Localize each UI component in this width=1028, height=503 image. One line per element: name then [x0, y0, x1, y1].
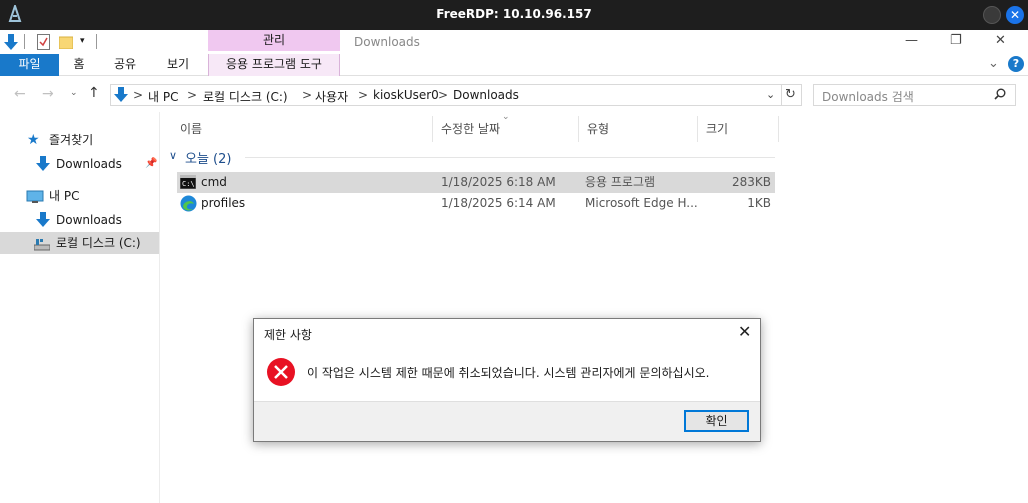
- error-icon: [266, 357, 296, 390]
- column-header-size[interactable]: 크기: [698, 116, 779, 142]
- file-row-cmd[interactable]: C:\ cmd 1/18/2025 6:18 AM 응용 프로그램 283KB: [177, 172, 775, 193]
- breadcrumb-separator[interactable]: >: [133, 88, 143, 102]
- drive-icon: [33, 236, 51, 258]
- downloads-folder-icon: [114, 86, 128, 107]
- nav-label: Downloads: [56, 157, 122, 171]
- tab-home[interactable]: 홈: [59, 54, 99, 76]
- nav-this-pc[interactable]: 내 PC: [0, 185, 159, 207]
- nav-fav-downloads[interactable]: Downloads 📌: [0, 153, 159, 175]
- file-size: 283KB: [731, 175, 771, 189]
- file-modified: 1/18/2025 6:18 AM: [441, 175, 556, 189]
- search-box[interactable]: Downloads 검색: [813, 84, 1016, 106]
- file-modified: 1/18/2025 6:14 AM: [441, 196, 556, 210]
- recent-locations-button[interactable]: ⌄: [70, 88, 78, 98]
- breadcrumb-downloads[interactable]: Downloads: [453, 88, 519, 102]
- tab-app-tools[interactable]: 응용 프로그램 도구: [208, 54, 340, 76]
- file-row-profiles[interactable]: profiles 1/18/2025 6:14 AM Microsoft Edg…: [177, 193, 775, 214]
- toolbar-divider: [96, 34, 97, 49]
- address-dropdown-icon[interactable]: ⌄: [766, 88, 775, 101]
- breadcrumb-separator[interactable]: >: [438, 88, 448, 102]
- nav-label: 즐겨찾기: [49, 133, 94, 147]
- rdp-title-bar: FreeRDP: 10.10.96.157 ✕: [0, 0, 1028, 30]
- tab-view[interactable]: 보기: [153, 54, 203, 76]
- toolbar-divider: [24, 34, 25, 49]
- window-title: Downloads: [354, 35, 420, 49]
- properties-icon[interactable]: [37, 34, 50, 53]
- computer-icon: [26, 189, 44, 211]
- svg-text:C:\: C:\: [182, 180, 195, 188]
- rdp-title: FreeRDP: 10.10.96.157: [436, 7, 592, 21]
- help-button[interactable]: ?: [1008, 56, 1024, 72]
- search-icon[interactable]: [994, 88, 1006, 103]
- dialog-message: 이 작업은 시스템 제한 때문에 취소되었습니다. 시스템 관리자에게 문의하십…: [307, 366, 710, 380]
- search-input[interactable]: Downloads 검색: [822, 88, 914, 105]
- restriction-dialog: 제한 사항 ✕ 이 작업은 시스템 제한 때문에 취소되었습니다. 시스템 관리…: [253, 318, 761, 442]
- ribbon-expand-button[interactable]: ⌄: [988, 56, 999, 71]
- address-divider: [781, 85, 782, 105]
- refresh-icon[interactable]: ↻: [785, 87, 796, 102]
- tab-file[interactable]: 파일: [0, 54, 59, 76]
- file-type: Microsoft Edge H...: [585, 196, 698, 210]
- file-size: 1KB: [747, 196, 771, 210]
- file-list: 이름 수정한 날짜 ⌄ 유형 크기 ∨ 오늘 (2) C:\ cmd 1/18/…: [161, 112, 1028, 503]
- file-type: 응용 프로그램: [585, 175, 656, 189]
- new-folder-icon[interactable]: [58, 35, 74, 52]
- downloads-folder-icon: [36, 155, 50, 180]
- up-button[interactable]: ↑: [88, 85, 100, 101]
- address-bar[interactable]: > 내 PC > 로컬 디스크 (C:) > 사용자 > kioskUser0 …: [110, 84, 802, 106]
- rdp-close-button[interactable]: ✕: [1006, 6, 1024, 24]
- nav-quick-access[interactable]: ★ 즐겨찾기: [0, 129, 159, 151]
- group-header-today[interactable]: 오늘 (2): [185, 148, 231, 167]
- window-minimize-button[interactable]: —: [905, 33, 918, 48]
- forward-button[interactable]: →: [42, 86, 54, 102]
- context-tab-group-label: 관리: [208, 30, 340, 51]
- column-header-type[interactable]: 유형: [579, 116, 698, 142]
- nav-label: Downloads: [56, 213, 122, 227]
- file-name: cmd: [201, 175, 227, 189]
- dialog-close-button[interactable]: ✕: [738, 322, 751, 341]
- ribbon-tab-bar: 파일 홈 공유 보기 응용 프로그램 도구 ⌄ ?: [0, 54, 1028, 76]
- file-name: profiles: [201, 196, 246, 210]
- nav-local-disk[interactable]: 로컬 디스크 (C:): [0, 232, 159, 254]
- breadcrumb-users[interactable]: 사용자: [315, 88, 348, 105]
- back-button[interactable]: ←: [14, 86, 26, 102]
- navigation-pane: ★ 즐겨찾기 Downloads 📌 내 PC Downloads 로컬 디스크…: [0, 112, 160, 503]
- column-header-name[interactable]: 이름: [172, 116, 433, 142]
- breadcrumb-kioskuser0[interactable]: kioskUser0: [373, 88, 439, 102]
- download-arrow-icon[interactable]: [3, 33, 19, 54]
- window-close-button[interactable]: ✕: [995, 33, 1006, 48]
- breadcrumb-local-disk[interactable]: 로컬 디스크 (C:): [203, 88, 288, 105]
- breadcrumb-this-pc[interactable]: 내 PC: [148, 88, 178, 105]
- rdp-minimize-button[interactable]: [983, 6, 1001, 24]
- group-collapse-icon[interactable]: ∨: [169, 149, 177, 162]
- customize-qat-icon[interactable]: ▾: [80, 36, 85, 46]
- breadcrumb-separator[interactable]: >: [358, 88, 368, 102]
- nav-pc-downloads[interactable]: Downloads: [0, 209, 159, 231]
- breadcrumb-separator[interactable]: >: [187, 88, 197, 102]
- dialog-footer: 확인: [254, 401, 760, 441]
- ok-button[interactable]: 확인: [684, 410, 749, 432]
- star-icon: ★: [27, 132, 40, 148]
- window-maximize-button[interactable]: ❐: [950, 33, 962, 48]
- quick-access-toolbar: ▾: [0, 30, 1028, 54]
- tab-share[interactable]: 공유: [102, 54, 148, 76]
- edge-icon: [180, 195, 197, 219]
- breadcrumb-separator[interactable]: >: [302, 88, 312, 102]
- group-divider: [245, 157, 775, 158]
- dialog-title: 제한 사항: [264, 328, 312, 342]
- nav-label: 내 PC: [49, 189, 80, 203]
- sort-arrow-icon: ⌄: [502, 112, 510, 122]
- nav-label: 로컬 디스크 (C:): [56, 236, 141, 250]
- pin-icon[interactable]: 📌: [145, 153, 157, 175]
